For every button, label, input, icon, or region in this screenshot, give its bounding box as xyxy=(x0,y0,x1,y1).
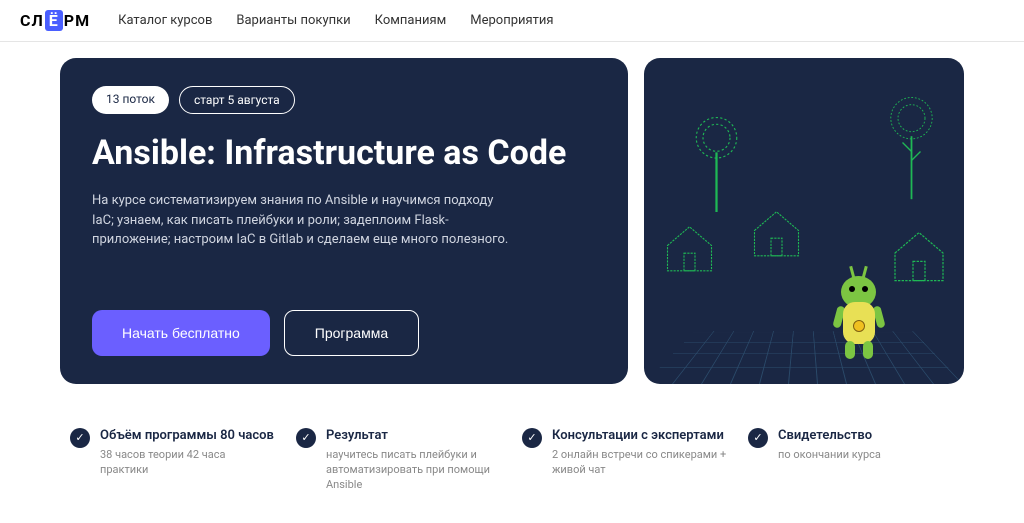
feature-desc: научитесь писать плейбуки и автоматизиро… xyxy=(326,447,502,493)
logo-text: РМ xyxy=(64,11,90,30)
nav-catalog[interactable]: Каталог курсов xyxy=(118,13,212,28)
main-container: 13 поток старт 5 августа Ansible: Infras… xyxy=(0,42,1024,523)
feature-consult: ✓ Консультации с экспертами 2 онлайн вст… xyxy=(522,428,728,493)
hero-card: 13 поток старт 5 августа Ansible: Infras… xyxy=(60,58,628,384)
feature-certificate: ✓ Свидетельство по окончании курса xyxy=(748,428,954,493)
feature-volume: ✓ Объём программы 80 часов 38 часов теор… xyxy=(70,428,276,493)
check-icon: ✓ xyxy=(70,428,90,448)
features-row: ✓ Объём программы 80 часов 38 часов теор… xyxy=(60,408,964,493)
check-icon: ✓ xyxy=(522,428,542,448)
nav-events[interactable]: Мероприятия xyxy=(470,13,553,28)
badge-stream: 13 поток xyxy=(92,86,169,114)
check-icon: ✓ xyxy=(748,428,768,448)
hero-illustration xyxy=(644,58,964,384)
house-icon xyxy=(749,203,804,258)
hero-description: На курсе систематизируем знания по Ansib… xyxy=(92,191,512,250)
logo[interactable]: СЛЁРМ xyxy=(20,10,90,31)
feature-title: Консультации с экспертами xyxy=(552,428,728,443)
feature-title: Объём программы 80 часов xyxy=(100,428,276,443)
logo-accent: Ё xyxy=(45,10,63,31)
logo-text: СЛ xyxy=(20,11,44,30)
mascot xyxy=(829,264,889,349)
house-icon xyxy=(889,223,949,283)
hero-row: 13 поток старт 5 августа Ansible: Infras… xyxy=(60,58,964,384)
hero-buttons: Начать бесплатно Программа xyxy=(92,310,600,356)
tree-icon xyxy=(889,93,934,213)
feature-title: Результат xyxy=(326,428,502,443)
grid-floor xyxy=(644,331,964,384)
hero-title: Ansible: Infrastructure as Code xyxy=(92,134,600,173)
start-free-button[interactable]: Начать бесплатно xyxy=(92,310,270,356)
nav-companies[interactable]: Компаниям xyxy=(375,13,447,28)
badge-start: старт 5 августа xyxy=(179,86,295,114)
feature-desc: по окончании курса xyxy=(778,447,881,462)
tree-icon xyxy=(694,113,739,213)
feature-desc: 2 онлайн встречи со спикерами + живой ча… xyxy=(552,447,728,478)
feature-title: Свидетельство xyxy=(778,428,881,443)
scene xyxy=(644,58,964,384)
check-icon: ✓ xyxy=(296,428,316,448)
feature-result: ✓ Результат научитесь писать плейбуки и … xyxy=(296,428,502,493)
program-button[interactable]: Программа xyxy=(284,310,419,356)
house-icon xyxy=(662,218,717,273)
nav-purchase[interactable]: Варианты покупки xyxy=(236,13,350,28)
header: СЛЁРМ Каталог курсов Варианты покупки Ко… xyxy=(0,0,1024,42)
nav: Каталог курсов Варианты покупки Компания… xyxy=(118,13,553,28)
feature-desc: 38 часов теории 42 часа практики xyxy=(100,447,276,478)
badges: 13 поток старт 5 августа xyxy=(92,86,600,114)
